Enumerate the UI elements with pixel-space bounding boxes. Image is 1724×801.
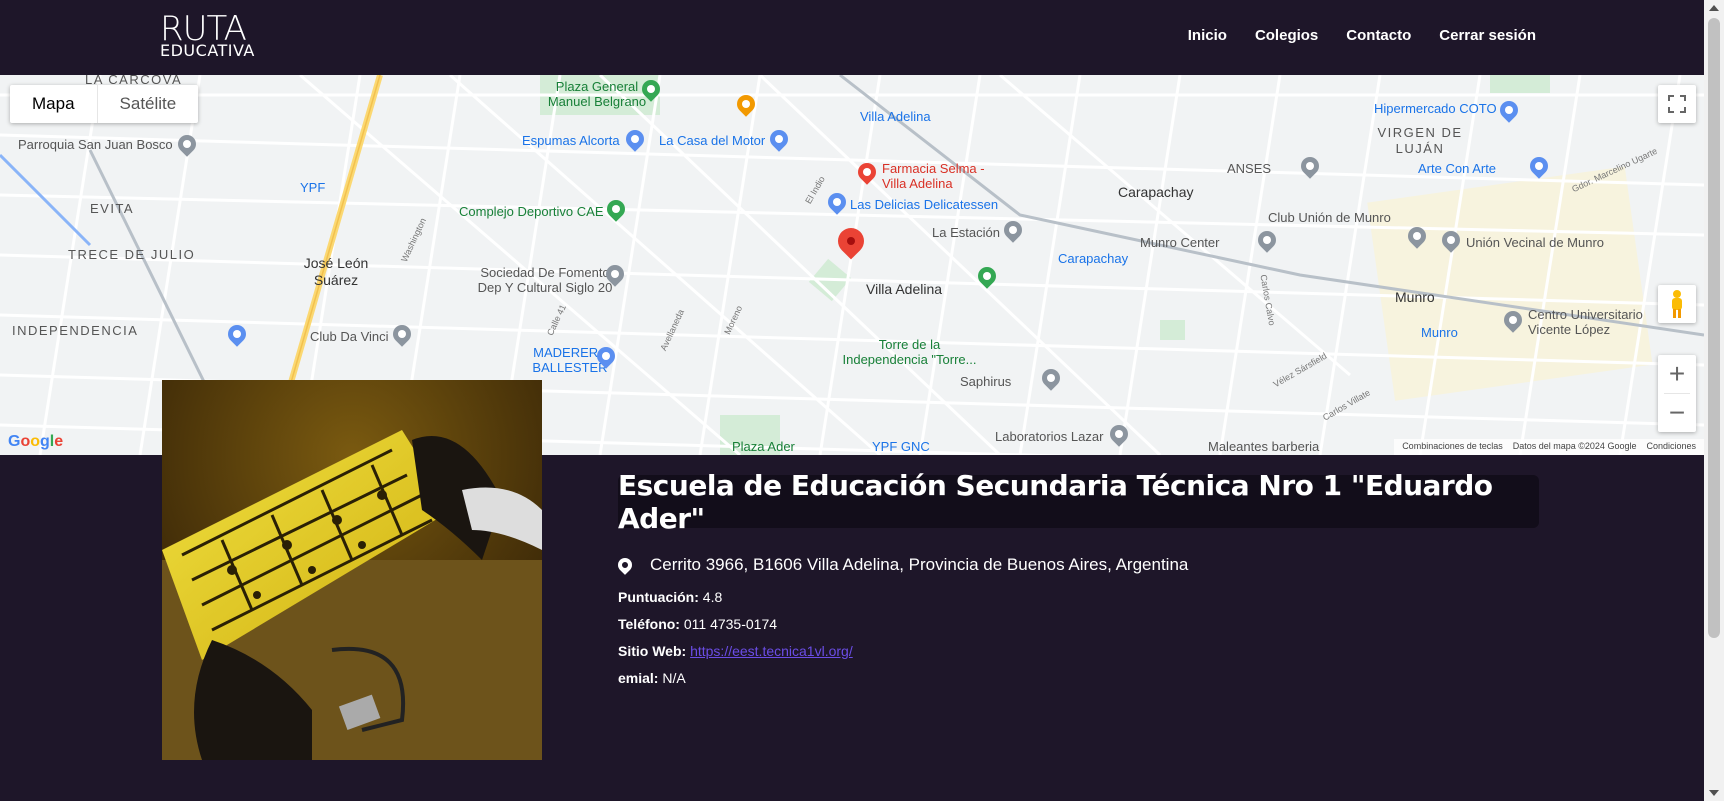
- map-label-maleantes: Maleantes barberia: [1208, 439, 1320, 454]
- map-label-delicias: Las Delicias Delicatessen: [850, 197, 999, 212]
- rating-label: Puntuación:: [618, 589, 699, 605]
- map-label-union-vecinal: Unión Vecinal de Munro: [1466, 235, 1605, 250]
- map-label-plaza-ader: Plaza Ader: [732, 439, 795, 454]
- map-label-casa-motor: La Casa del Motor: [659, 133, 766, 148]
- map-type-map-button[interactable]: Mapa: [10, 85, 97, 123]
- page: RUTA EDUCATIVA Inicio Colegios Contacto …: [0, 0, 1724, 801]
- header: RUTA EDUCATIVA Inicio Colegios Contacto …: [0, 0, 1704, 75]
- nav-menu: Inicio Colegios Contacto Cerrar sesión: [1188, 27, 1536, 44]
- map-label-jose-leon-suarez: José León Suárez: [303, 255, 369, 288]
- email-label: emial:: [618, 670, 659, 686]
- street-view-button[interactable]: [1658, 285, 1696, 323]
- map-label-complejo: Complejo Deportivo CAE: [459, 204, 604, 219]
- map-label-farmacia: Farmacia Selma - Villa Adelina: [882, 161, 985, 191]
- map-data-text: Datos del mapa ©2024 Google: [1512, 441, 1637, 451]
- map-label-hipermercado: Hipermercado COTO: [1374, 101, 1497, 116]
- map-type-toggle: Mapa Satélite: [10, 85, 199, 123]
- map-label-ypf: YPF: [300, 180, 326, 195]
- map-label-independencia: INDEPENDENCIA: [12, 323, 139, 338]
- website-link[interactable]: https://eest.tecnica1vl.org/: [690, 643, 853, 659]
- terms-link[interactable]: Condiciones: [1646, 441, 1696, 453]
- scroll-down-icon[interactable]: [1709, 790, 1719, 796]
- phone-label: Teléfono:: [618, 616, 680, 632]
- map-attribution: Combinaciones de teclas Datos del mapa ©…: [1394, 439, 1704, 455]
- page-scrollbar[interactable]: [1704, 0, 1724, 801]
- rating-row: Puntuación: 4.8: [618, 589, 722, 605]
- map-label-carapachay-station: Carapachay: [1058, 251, 1129, 266]
- map-label-ypf-gnc: YPF GNC: [872, 439, 930, 454]
- rating-value: 4.8: [702, 589, 723, 605]
- school-photo: [162, 380, 542, 760]
- email-value: N/A: [662, 670, 686, 686]
- school-address: Cerrito 3966, B1606 Villa Adelina, Provi…: [615, 555, 1189, 575]
- map-label-la-estacion: La Estación: [932, 225, 1000, 240]
- website-label: Sitio Web:: [618, 643, 687, 659]
- nav-inicio[interactable]: Inicio: [1188, 27, 1227, 44]
- keyboard-shortcuts-link[interactable]: Combinaciones de teclas: [1402, 441, 1503, 453]
- map-label-club-da-vinci: Club Da Vinci: [310, 329, 389, 344]
- map-label-munro-center: Munro Center: [1140, 235, 1220, 250]
- school-title-box: Escuela de Educación Secundaria Técnica …: [618, 469, 1539, 535]
- location-pin-icon: [615, 555, 635, 575]
- phone-row: Teléfono: 011 4735-0174: [618, 616, 777, 632]
- phone-value: 011 4735-0174: [683, 616, 778, 632]
- zoom-in-button[interactable]: +: [1658, 355, 1696, 393]
- email-row: emial: N/A: [618, 670, 686, 686]
- fullscreen-icon: [1668, 95, 1686, 113]
- map-label-munro: Munro: [1395, 289, 1435, 305]
- zoom-control: + −: [1658, 355, 1696, 432]
- map-label-virgen-lujan: VIRGEN DE LUJÁN: [1377, 125, 1463, 156]
- logo[interactable]: RUTA EDUCATIVA: [160, 12, 255, 59]
- logo-line2: EDUCATIVA: [160, 41, 255, 60]
- map-label-evita: EVITA: [90, 201, 135, 216]
- google-logo: Google: [8, 433, 64, 450]
- map-label-espumas: Espumas Alcorta: [522, 133, 620, 148]
- pegman-icon: [1672, 290, 1682, 318]
- scroll-thumb[interactable]: [1708, 18, 1720, 638]
- map-label-parroquia: Parroquia San Juan Bosco: [18, 137, 173, 152]
- school-name: Escuela de Educación Secundaria Técnica …: [618, 468, 1493, 535]
- map-label-laboratorios: Laboratorios Lazar: [995, 429, 1104, 444]
- map-label-carapachay: Carapachay: [1118, 184, 1194, 200]
- map-label-centro-universitario: Centro Universitario Vicente López: [1528, 307, 1643, 337]
- fullscreen-button[interactable]: [1658, 85, 1696, 123]
- map-type-satellite-button[interactable]: Satélite: [96, 85, 199, 123]
- map-label-arte-con-arte: Arte Con Arte: [1418, 161, 1497, 176]
- nav-colegios[interactable]: Colegios: [1255, 27, 1318, 44]
- zoom-out-button[interactable]: −: [1658, 394, 1696, 432]
- map-label-plaza-belgrano: Plaza General Manuel Belgrano: [547, 79, 647, 109]
- map-label-villa-adelina-station: Villa Adelina: [860, 109, 931, 124]
- address-text: Cerrito 3966, B1606 Villa Adelina, Provi…: [650, 555, 1189, 574]
- map-label-club-munro: Club Unión de Munro: [1268, 210, 1391, 225]
- map-label-munro-station: Munro: [1421, 325, 1458, 340]
- map-label-villa-adelina: Villa Adelina: [866, 281, 943, 297]
- nav-cerrar-sesion[interactable]: Cerrar sesión: [1439, 27, 1536, 44]
- map-label-torre: Torre de la Independencia "Torre...: [842, 337, 977, 367]
- map-label-saphirus: Saphirus: [960, 374, 1012, 389]
- scroll-up-icon[interactable]: [1709, 5, 1719, 11]
- nav-contacto[interactable]: Contacto: [1346, 27, 1411, 44]
- map-label-anses: ANSES: [1227, 161, 1272, 176]
- map-label-sociedad: Sociedad De Fomento Dep Y Cultural Siglo…: [477, 265, 613, 295]
- map-label-trece-julio: TRECE DE JULIO: [68, 247, 196, 262]
- website-row: Sitio Web: https://eest.tecnica1vl.org/: [618, 643, 853, 659]
